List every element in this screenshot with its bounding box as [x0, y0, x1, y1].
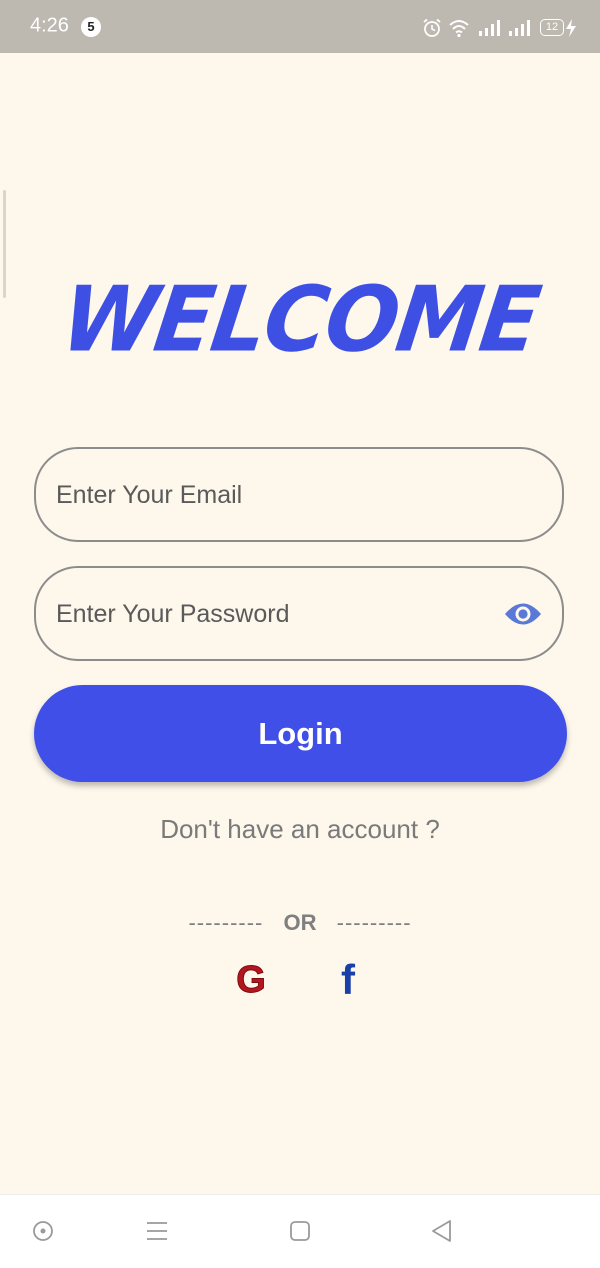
- back-icon[interactable]: [430, 1219, 454, 1243]
- divider-line-right: ---------: [336, 910, 412, 935]
- facebook-icon: f: [341, 956, 356, 1003]
- email-field[interactable]: [34, 447, 564, 542]
- signal-icon: [509, 20, 530, 36]
- wifi-icon: [449, 20, 469, 38]
- divider-line-left: ---------: [188, 910, 264, 935]
- status-time: 4:26: [30, 14, 69, 37]
- password-field[interactable]: [34, 566, 564, 661]
- status-bar: 4:26 5 12: [0, 0, 600, 53]
- eye-icon[interactable]: [504, 599, 542, 629]
- home-icon[interactable]: [288, 1219, 312, 1243]
- divider-text: OR: [283, 910, 317, 935]
- charging-icon: [566, 19, 576, 37]
- assistant-icon[interactable]: [31, 1219, 55, 1243]
- google-icon: G: [236, 959, 267, 1002]
- notification-badge: 5: [81, 17, 101, 37]
- status-icons: 12: [422, 18, 576, 38]
- facebook-letter: f: [341, 960, 356, 1000]
- google-login-button[interactable]: G: [232, 959, 270, 1003]
- facebook-login-button[interactable]: f: [333, 956, 363, 1005]
- signal-icon: [479, 20, 500, 36]
- signup-link[interactable]: Don't have an account ?: [0, 814, 600, 845]
- welcome-title: WELCOME: [55, 267, 545, 373]
- google-letter: G: [236, 960, 266, 998]
- menu-icon[interactable]: [145, 1219, 169, 1243]
- battery-icon: 12: [540, 19, 564, 36]
- navigation-bar: [0, 1194, 600, 1268]
- password-input[interactable]: [54, 568, 498, 661]
- alarm-icon: [423, 18, 441, 37]
- or-divider: --------- OR ---------: [0, 910, 600, 936]
- email-input[interactable]: [54, 449, 498, 542]
- login-button[interactable]: Login: [34, 685, 567, 782]
